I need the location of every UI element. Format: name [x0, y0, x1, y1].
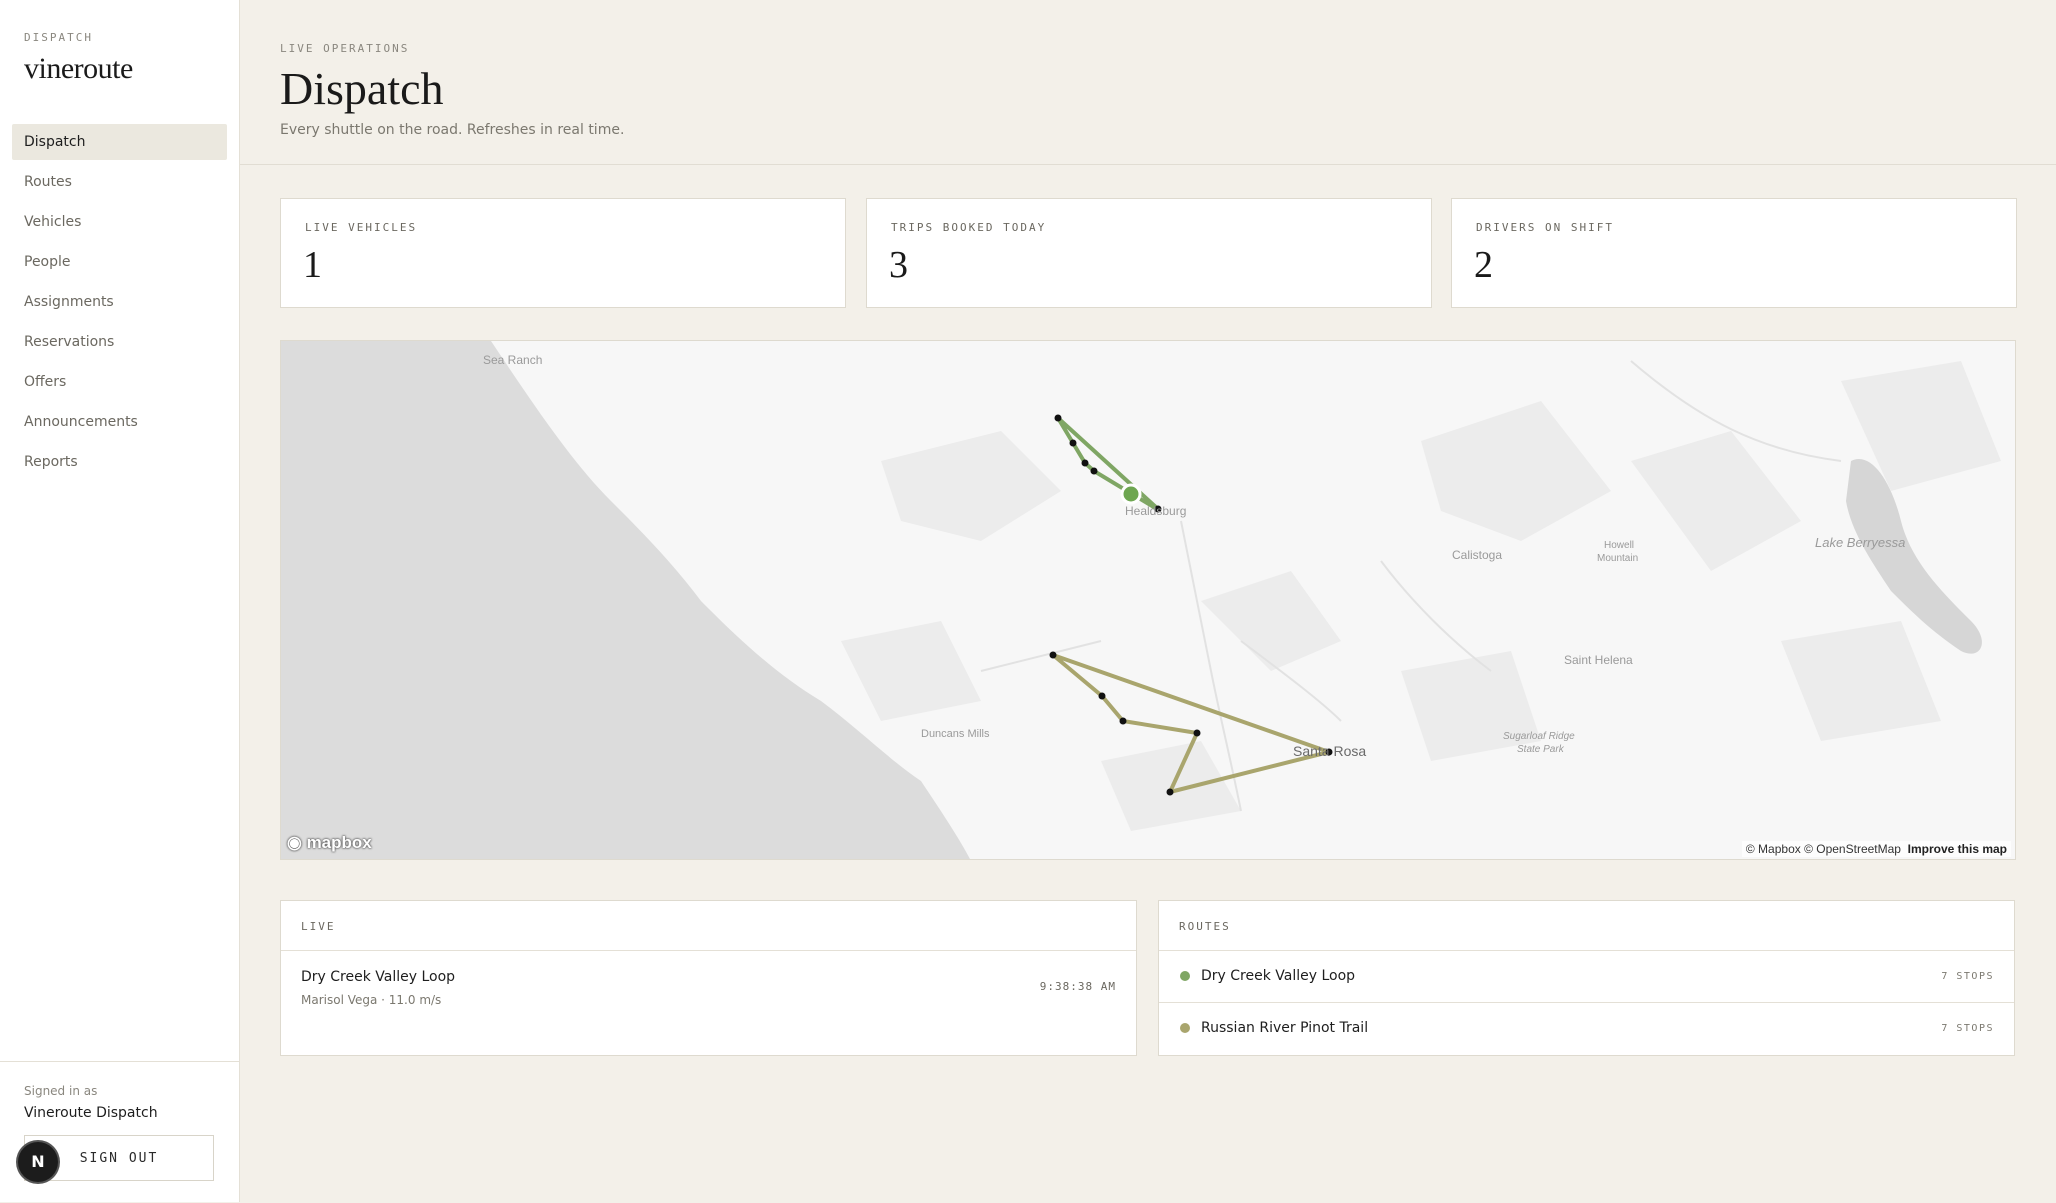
- stat-card-trips-booked: TRIPS BOOKED TODAY 3: [866, 198, 1432, 308]
- place-label: Mountain: [1597, 553, 1638, 564]
- map-attribution: © Mapbox © OpenStreetMap Improve this ma…: [1741, 841, 2011, 857]
- panel-heading: LIVE: [301, 920, 336, 933]
- header-divider: [240, 164, 2056, 165]
- stop-marker: [1049, 651, 1057, 659]
- place-label: Santa Rosa: [1293, 743, 1366, 759]
- stat-label: TRIPS BOOKED TODAY: [891, 221, 1047, 234]
- place-label: State Park: [1517, 744, 1565, 755]
- sidebar: DISPATCH vineroute Dispatch Routes Vehic…: [0, 0, 240, 1202]
- page-title: Dispatch: [280, 63, 444, 114]
- route-name: Dry Creek Valley Loop: [1201, 968, 1356, 984]
- sidebar-item-reports[interactable]: Reports: [12, 444, 227, 480]
- place-label: Howell: [1604, 540, 1634, 551]
- terrain-shading: [841, 361, 2001, 831]
- sidebar-item-announcements[interactable]: Announcements: [12, 404, 227, 440]
- page-subtitle: Every shuttle on the road. Refreshes in …: [280, 122, 625, 138]
- stat-value: 1: [303, 244, 322, 286]
- lake-area: [1846, 459, 1982, 654]
- dev-tools-badge[interactable]: N: [18, 1142, 58, 1182]
- signed-in-name: Vineroute Dispatch: [24, 1105, 158, 1121]
- route-line-dry-creek[interactable]: [1056, 416, 1160, 511]
- stop-marker: [1054, 414, 1062, 422]
- brand-logo[interactable]: vineroute: [24, 52, 133, 86]
- ocean-area: [281, 341, 970, 859]
- place-label: Duncans Mills: [921, 728, 990, 740]
- panel-header: ROUTES: [1159, 901, 2014, 951]
- route-row-dry-creek[interactable]: Dry Creek Valley Loop 7 STOPS: [1159, 951, 2014, 1003]
- page-eyebrow: LIVE OPERATIONS: [280, 42, 410, 55]
- live-panel: LIVE Dry Creek Valley Loop Marisol Vega …: [280, 900, 1137, 1056]
- roads: [980, 360, 1842, 812]
- stop-marker: [1098, 692, 1106, 700]
- routes-panel: ROUTES Dry Creek Valley Loop 7 STOPS Rus…: [1158, 900, 2015, 1056]
- stop-marker: [1166, 788, 1174, 796]
- panel-heading: ROUTES: [1179, 920, 1231, 933]
- route-row-russian-river[interactable]: Russian River Pinot Trail 7 STOPS: [1159, 1003, 2014, 1055]
- stop-marker: [1081, 459, 1089, 467]
- route-color-dot: [1180, 1023, 1190, 1033]
- place-label: Lake Berryessa: [1815, 535, 1905, 550]
- route-stop-count: 7 STOPS: [1941, 1023, 1994, 1034]
- vehicle-marker[interactable]: [1120, 483, 1142, 505]
- place-label: Saint Helena: [1564, 653, 1633, 667]
- stop-marker: [1090, 467, 1098, 475]
- stat-card-drivers-on-shift: DRIVERS ON SHIFT 2: [1451, 198, 2017, 308]
- route-color-dot: [1180, 971, 1190, 981]
- sidebar-nav: Dispatch Routes Vehicles People Assignme…: [12, 124, 227, 484]
- signed-in-label: Signed in as: [24, 1084, 98, 1098]
- place-label: Calistoga: [1452, 548, 1502, 562]
- live-vehicle-row[interactable]: Dry Creek Valley Loop Marisol Vega · 11.…: [281, 951, 1136, 1055]
- place-label: Healdsburg: [1125, 504, 1186, 518]
- brand-eyebrow: DISPATCH: [24, 31, 93, 44]
- mapbox-logo[interactable]: ◉ mapbox: [287, 833, 372, 853]
- stat-label: DRIVERS ON SHIFT: [1476, 221, 1614, 234]
- attribution-text[interactable]: © Mapbox © OpenStreetMap: [1746, 842, 1901, 856]
- improve-map-link[interactable]: Improve this map: [1908, 842, 2007, 856]
- sidebar-item-routes[interactable]: Routes: [12, 164, 227, 200]
- stop-marker: [1119, 717, 1127, 725]
- sidebar-item-assignments[interactable]: Assignments: [12, 284, 227, 320]
- sidebar-item-dispatch[interactable]: Dispatch: [12, 124, 227, 160]
- map-canvas[interactable]: Sea Ranch Healdsburg Calistoga Howell Mo…: [281, 341, 2016, 860]
- live-driver-meta: Marisol Vega · 11.0 m/s: [301, 993, 442, 1007]
- stat-label: LIVE VEHICLES: [305, 221, 418, 234]
- live-route-name: Dry Creek Valley Loop: [301, 969, 456, 985]
- stat-value: 3: [889, 244, 908, 286]
- place-label: Sea Ranch: [483, 353, 542, 367]
- stat-card-live-vehicles: LIVE VEHICLES 1: [280, 198, 846, 308]
- sidebar-item-reservations[interactable]: Reservations: [12, 324, 227, 360]
- stop-marker: [1069, 439, 1077, 447]
- route-name: Russian River Pinot Trail: [1201, 1020, 1369, 1036]
- panel-header: LIVE: [281, 901, 1136, 951]
- stop-marker: [1193, 729, 1201, 737]
- sidebar-item-people[interactable]: People: [12, 244, 227, 280]
- route-stop-count: 7 STOPS: [1941, 971, 1994, 982]
- live-timestamp: 9:38:38 AM: [1039, 980, 1116, 993]
- mapbox-logo-text: mapbox: [306, 833, 372, 852]
- dispatch-map[interactable]: Sea Ranch Healdsburg Calistoga Howell Mo…: [280, 340, 2016, 860]
- place-label: Sugarloaf Ridge: [1503, 731, 1575, 742]
- sidebar-item-offers[interactable]: Offers: [12, 364, 227, 400]
- sidebar-item-vehicles[interactable]: Vehicles: [12, 204, 227, 240]
- stat-value: 2: [1474, 244, 1493, 286]
